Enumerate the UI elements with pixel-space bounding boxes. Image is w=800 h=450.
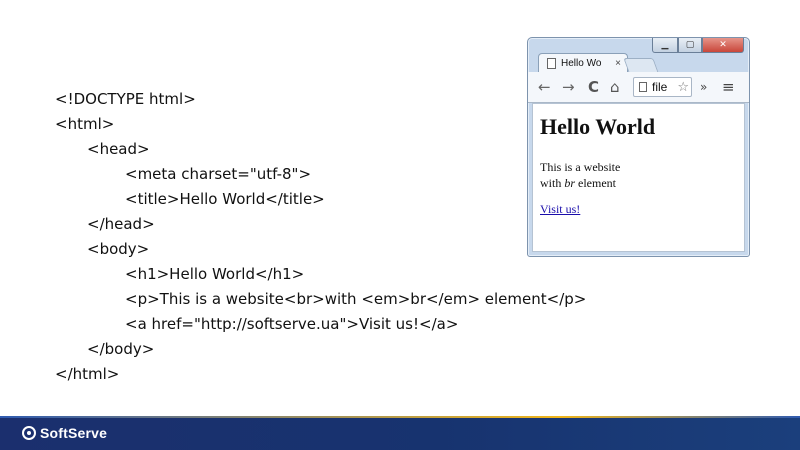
logo-text: SoftServe bbox=[40, 425, 108, 441]
close-window-button[interactable]: ✕ bbox=[702, 38, 744, 53]
code-line: <p>This is a website<br>with <em>br</em>… bbox=[125, 290, 587, 308]
footer-bar: SoftServe bbox=[0, 418, 800, 450]
code-line: <a href="http://softserve.ua">Visit us!<… bbox=[125, 315, 459, 333]
overflow-chevron-icon[interactable]: » bbox=[700, 78, 707, 96]
softserve-logo: SoftServe bbox=[22, 425, 107, 441]
minimize-button[interactable]: ▁ bbox=[652, 38, 678, 53]
emphasized-text: br bbox=[564, 176, 576, 190]
home-icon[interactable]: ⌂ bbox=[610, 78, 620, 96]
browser-window: ▁ ▢ ✕ Hello Wo × ← → C ⌂ file ☆ » ≡ Hell… bbox=[527, 37, 750, 257]
paragraph-line-2-suffix: element bbox=[575, 176, 616, 190]
page-viewport: Hello World This is a website with br el… bbox=[532, 103, 745, 252]
code-line: <head> bbox=[87, 140, 150, 158]
logo-mark-icon bbox=[22, 426, 36, 440]
code-line: <title>Hello World</title> bbox=[125, 190, 325, 208]
reload-icon[interactable]: C bbox=[588, 78, 599, 96]
visit-us-link[interactable]: Visit us! bbox=[540, 202, 580, 217]
page-heading: Hello World bbox=[540, 114, 656, 139]
tab-title: Hello Wo bbox=[561, 58, 602, 69]
document-icon bbox=[547, 58, 556, 69]
menu-icon[interactable]: ≡ bbox=[722, 78, 735, 96]
browser-toolbar: ← → C ⌂ file ☆ » ≡ bbox=[528, 72, 749, 103]
address-bar[interactable]: file ☆ bbox=[633, 77, 692, 97]
browser-tab[interactable]: Hello Wo × bbox=[538, 53, 628, 73]
code-line: <body> bbox=[87, 240, 150, 258]
paragraph-line-1: This is a website bbox=[540, 160, 621, 174]
maximize-button[interactable]: ▢ bbox=[678, 38, 702, 53]
code-line: <html> bbox=[55, 115, 115, 133]
address-text: file bbox=[652, 80, 668, 94]
code-line: <!DOCTYPE html> bbox=[55, 90, 196, 108]
tab-close-icon[interactable]: × bbox=[615, 58, 621, 69]
new-tab-button[interactable] bbox=[623, 58, 659, 73]
code-line: </html> bbox=[55, 365, 120, 383]
page-icon bbox=[639, 82, 647, 92]
code-line: <meta charset="utf-8"> bbox=[125, 165, 312, 183]
window-controls: ▁ ▢ ✕ bbox=[652, 38, 744, 53]
back-arrow-icon[interactable]: ← bbox=[538, 78, 551, 96]
code-line: <h1>Hello World</h1> bbox=[125, 265, 305, 283]
forward-arrow-icon[interactable]: → bbox=[562, 78, 575, 96]
code-line: </head> bbox=[87, 215, 155, 233]
page-paragraph: This is a website with br element bbox=[540, 159, 620, 191]
paragraph-line-2-prefix: with bbox=[540, 176, 565, 190]
bookmark-star-icon[interactable]: ☆ bbox=[677, 79, 689, 95]
code-line: </body> bbox=[87, 340, 155, 358]
